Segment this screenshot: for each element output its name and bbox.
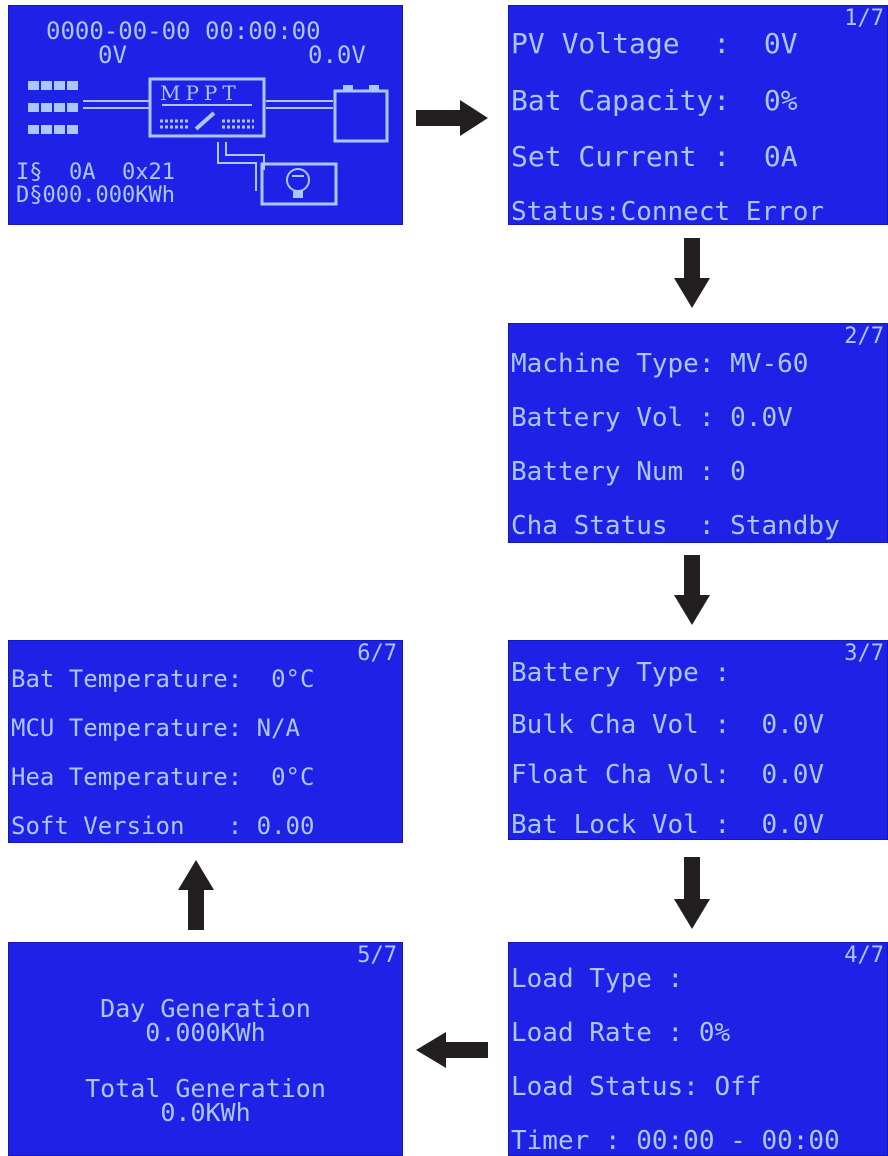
soft-version-line: Soft Version : 0.00 [11, 812, 315, 840]
lcd-screen-page-4: 4/7 Load Type : Load Rate : 0% Load Stat… [508, 942, 888, 1156]
charge-status-line: Cha Status : Standby [511, 511, 840, 541]
mcu-temperature-line: MCU Temperature: N/A [11, 714, 300, 742]
arrow-down-icon [674, 238, 710, 308]
arrow-left-icon [416, 1032, 488, 1068]
machine-type-line: Machine Type: MV-60 [511, 349, 809, 379]
battery-num-line: Battery Num : 0 [511, 457, 746, 487]
lcd-screen-page-5: 5/7 Day Generation 0.000KWh Total Genera… [8, 942, 403, 1156]
page-indicator: 6/7 [357, 641, 397, 666]
total-generation-value: 0.0KWh [160, 1098, 251, 1127]
lcd-screen-page-3: 3/7 Battery Type : Bulk Cha Vol : 0.0V F… [508, 640, 888, 840]
lcd-screen-page-1: 1/7 PV Voltage : 0V Bat Capacity: 0% Set… [508, 5, 888, 225]
battery-vol-line: Battery Vol : 0.0V [511, 403, 793, 433]
set-current-line: Set Current : 0A [511, 140, 798, 173]
arrow-down-icon [674, 555, 710, 625]
load-type-line: Load Type : [511, 964, 684, 994]
arrow-down-icon [674, 857, 710, 929]
energy-readout: D§000.000KWh [16, 183, 175, 208]
load-rate-line: Load Rate : 0% [511, 1018, 731, 1048]
lamp-icon [260, 162, 338, 206]
day-generation-value: 0.000KWh [145, 1018, 266, 1047]
lcd-main-screen: 0000-00-00 00:00:00 0V 0.0V MPPT I§ 0A 0… [8, 5, 403, 225]
hea-temperature-line: Hea Temperature: 0°C [11, 763, 315, 791]
load-status-line: Load Status: Off [511, 1072, 762, 1102]
arrow-right-icon [416, 100, 488, 136]
bat-lock-vol-line: Bat Lock Vol : 0.0V [511, 810, 825, 840]
status-line: Status:Connect Error [511, 197, 825, 225]
arrow-up-icon [178, 860, 214, 930]
mppt-label: MPPT [160, 81, 241, 105]
page-indicator: 3/7 [844, 641, 884, 666]
timer-line: Timer : 00:00 - 00:00 [511, 1126, 840, 1156]
float-charge-vol-line: Float Cha Vol: 0.0V [511, 760, 825, 790]
page-indicator: 5/7 [357, 943, 397, 968]
current-readout: I§ 0A 0x21 [16, 160, 175, 185]
bat-capacity-line: Bat Capacity: 0% [511, 84, 798, 117]
bulk-charge-vol-line: Bulk Cha Vol : 0.0V [511, 710, 825, 740]
lcd-screen-page-6: 6/7 Bat Temperature: 0°C MCU Temperature… [8, 640, 403, 843]
lcd-screen-page-2: 2/7 Machine Type: MV-60 Battery Vol : 0.… [508, 323, 888, 543]
page-indicator: 4/7 [844, 943, 884, 968]
battery-icon [333, 85, 389, 143]
pv-voltage-line: PV Voltage : 0V [511, 27, 798, 60]
page-indicator: 2/7 [844, 324, 884, 349]
battery-type-line: Battery Type : [511, 658, 731, 688]
bat-temperature-line: Bat Temperature: 0°C [11, 665, 315, 693]
page-indicator: 1/7 [844, 6, 884, 31]
